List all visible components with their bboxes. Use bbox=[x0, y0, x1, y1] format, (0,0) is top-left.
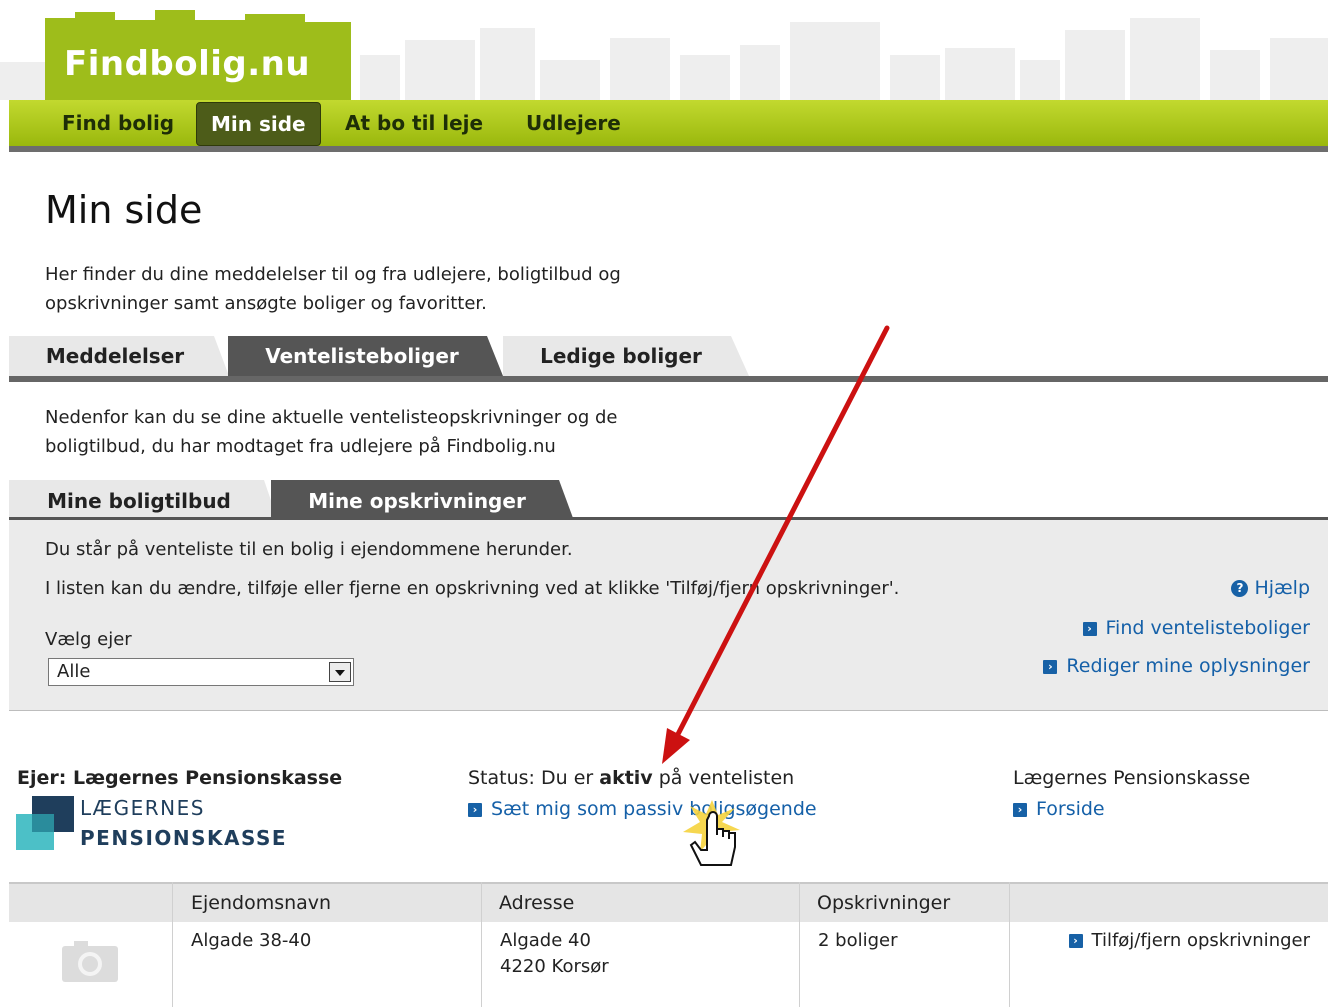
arrow-right-icon: › bbox=[1013, 802, 1027, 817]
owner-logo: LÆGERNES PENSIONSKASSE bbox=[16, 796, 316, 852]
add-remove-opskrivninger-link[interactable]: › Tilføj/fjern opskrivninger bbox=[1068, 928, 1311, 954]
arrow-right-icon: › bbox=[1068, 934, 1083, 948]
tab-meddelelser[interactable]: Meddelelser bbox=[9, 336, 221, 376]
action-link-label: Tilføj/fjern opskrivninger bbox=[1091, 930, 1311, 951]
owner-name-right: Lægernes Pensionskasse bbox=[1013, 767, 1251, 789]
arrow-right-icon: › bbox=[468, 802, 482, 817]
chevron-down-icon[interactable] bbox=[329, 662, 351, 682]
opskrivninger-count: 2 boliger bbox=[818, 930, 898, 951]
status-prefix: Status: Du er bbox=[468, 767, 600, 789]
find-ventelisteboliger-link[interactable]: › Find ventelisteboliger bbox=[1082, 617, 1310, 639]
column-divider bbox=[172, 882, 173, 1007]
tab-mine-boligtilbud[interactable]: Mine boligtilbud bbox=[9, 482, 269, 520]
lp-logo-icon bbox=[16, 796, 74, 850]
passive-link-label: Sæt mig som passiv boligsøgende bbox=[491, 798, 817, 820]
intro-line: Her finder du dine meddelelser til og fr… bbox=[45, 264, 621, 285]
panel-line-2: I listen kan du ændre, tilføje eller fje… bbox=[45, 578, 900, 599]
nav-min-side[interactable]: Min side bbox=[196, 102, 321, 146]
logo-line-1: LÆGERNES bbox=[80, 796, 205, 820]
tabs-underline bbox=[9, 376, 1328, 382]
panel-line-1: Du står på venteliste til en bolig i eje… bbox=[45, 539, 573, 560]
arrow-right-icon: › bbox=[1043, 659, 1058, 674]
column-header: Opskrivninger bbox=[817, 892, 951, 914]
tab-ventelisteboliger[interactable]: Ventelisteboliger bbox=[228, 336, 496, 376]
header-banner: Findbolig.nu bbox=[0, 0, 1328, 100]
rediger-oplysninger-link[interactable]: › Rediger mine oplysninger bbox=[1043, 655, 1310, 677]
arrow-right-icon: › bbox=[1082, 621, 1097, 636]
intro-line: opskrivninger samt ansøgte boliger og fa… bbox=[45, 293, 487, 314]
table-header: Ejendomsnavn Adresse Opskrivninger bbox=[9, 882, 1328, 922]
page-intro: Her finder du dine meddelelser til og fr… bbox=[45, 260, 745, 318]
property-name: Algade 38-40 bbox=[191, 930, 312, 951]
help-icon: ? bbox=[1231, 580, 1249, 597]
column-divider bbox=[799, 882, 800, 1007]
tab-ledige-boliger[interactable]: Ledige boliger bbox=[503, 336, 739, 376]
status-suffix: på ventelisten bbox=[652, 767, 795, 789]
address-line: 4220 Korsør bbox=[500, 956, 609, 977]
owner-title: Ejer: Lægernes Pensionskasse bbox=[17, 767, 343, 789]
owner-frontpage-link[interactable]: › Forside bbox=[1013, 798, 1105, 820]
owner-select[interactable]: Alle bbox=[48, 658, 354, 686]
ventelist-description: Nedenfor kan du se dine aktuelle venteli… bbox=[45, 403, 765, 461]
column-header: Ejendomsnavn bbox=[191, 892, 332, 914]
status-text: Status: Du er aktiv på ventelisten bbox=[468, 767, 794, 789]
column-divider bbox=[1009, 882, 1010, 1007]
help-label: Hjælp bbox=[1254, 577, 1310, 599]
frontpage-link-label: Forside bbox=[1036, 798, 1105, 820]
owner-select-value: Alle bbox=[57, 661, 91, 682]
column-divider bbox=[481, 882, 482, 1007]
owner-select-label: Vælg ejer bbox=[45, 629, 132, 650]
description-line: boligtilbud, du har modtaget fra udlejer… bbox=[45, 436, 556, 457]
camera-icon bbox=[62, 941, 118, 982]
column-header: Adresse bbox=[499, 892, 575, 914]
nav-find-bolig[interactable]: Find bolig bbox=[62, 100, 174, 146]
nav-at-bo-til-leje[interactable]: At bo til leje bbox=[345, 100, 483, 146]
main-nav: Find bolig Min side At bo til leje Udlej… bbox=[9, 100, 1328, 152]
address-line: Algade 40 bbox=[500, 930, 591, 951]
tab-mine-opskrivninger[interactable]: Mine opskrivninger bbox=[272, 482, 562, 520]
help-link[interactable]: ? Hjælp bbox=[1231, 577, 1310, 599]
site-logo-text[interactable]: Findbolig.nu bbox=[64, 44, 310, 84]
page-title: Min side bbox=[45, 188, 203, 232]
set-passive-link[interactable]: › Sæt mig som passiv boligsøgende bbox=[468, 798, 817, 820]
nav-udlejere[interactable]: Udlejere bbox=[526, 100, 621, 146]
logo-roof-decoration bbox=[45, 10, 351, 30]
find-link-label: Find ventelisteboliger bbox=[1105, 617, 1310, 639]
status-value: aktiv bbox=[599, 767, 653, 789]
logo-line-2: PENSIONSKASSE bbox=[80, 826, 288, 850]
edit-link-label: Rediger mine oplysninger bbox=[1066, 655, 1310, 677]
property-address: Algade 40 4220 Korsør bbox=[500, 928, 609, 980]
description-line: Nedenfor kan du se dine aktuelle venteli… bbox=[45, 407, 618, 428]
